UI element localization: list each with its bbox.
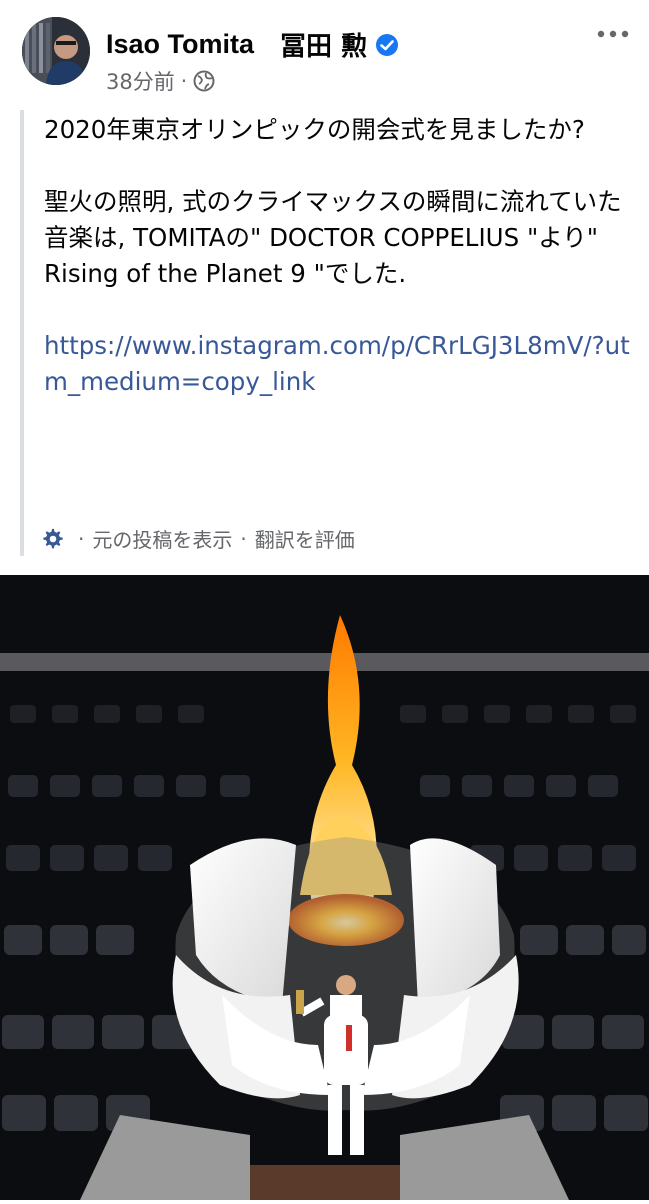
- instagram-link[interactable]: https://www.instagram.com/p/CRrLGJ3L8mV/…: [44, 328, 634, 400]
- footer-separator: ·: [78, 526, 85, 551]
- author-name-jp[interactable]: 冨田 勲: [280, 26, 367, 63]
- post-header: Isao Tomita 冨田 勲 38分前 ·: [0, 0, 649, 110]
- verified-badge-icon: [376, 33, 399, 56]
- post-paragraph-1: 2020年東京オリンピックの開会式を見ましたか?: [44, 115, 585, 144]
- rate-translation-link[interactable]: 翻訳を評価: [255, 524, 355, 553]
- meta-separator: ·: [180, 69, 188, 93]
- show-original-link[interactable]: 元の投稿を表示: [92, 524, 232, 553]
- post-timestamp[interactable]: 38分前: [106, 66, 175, 96]
- footer-separator: ·: [240, 526, 247, 551]
- quote-bar: [20, 110, 24, 556]
- post-photo[interactable]: [0, 575, 649, 1200]
- avatar[interactable]: [22, 17, 90, 85]
- post-meta: 38分前 ·: [106, 66, 215, 96]
- gear-icon[interactable]: [42, 528, 64, 550]
- globe-icon: [193, 70, 215, 92]
- more-options-icon[interactable]: [595, 24, 631, 44]
- author-name-row: Isao Tomita 冨田 勲: [106, 26, 399, 63]
- author-name-en[interactable]: Isao Tomita: [106, 29, 254, 60]
- translation-footer: · 元の投稿を表示 · 翻訳を評価: [42, 524, 355, 553]
- post-paragraph-2: 聖火の照明, 式のクライマックスの瞬間に流れていた音楽は, TOMITAの" D…: [44, 187, 622, 288]
- post-body: 2020年東京オリンピックの開会式を見ましたか? 聖火の照明, 式のクライマック…: [44, 112, 634, 400]
